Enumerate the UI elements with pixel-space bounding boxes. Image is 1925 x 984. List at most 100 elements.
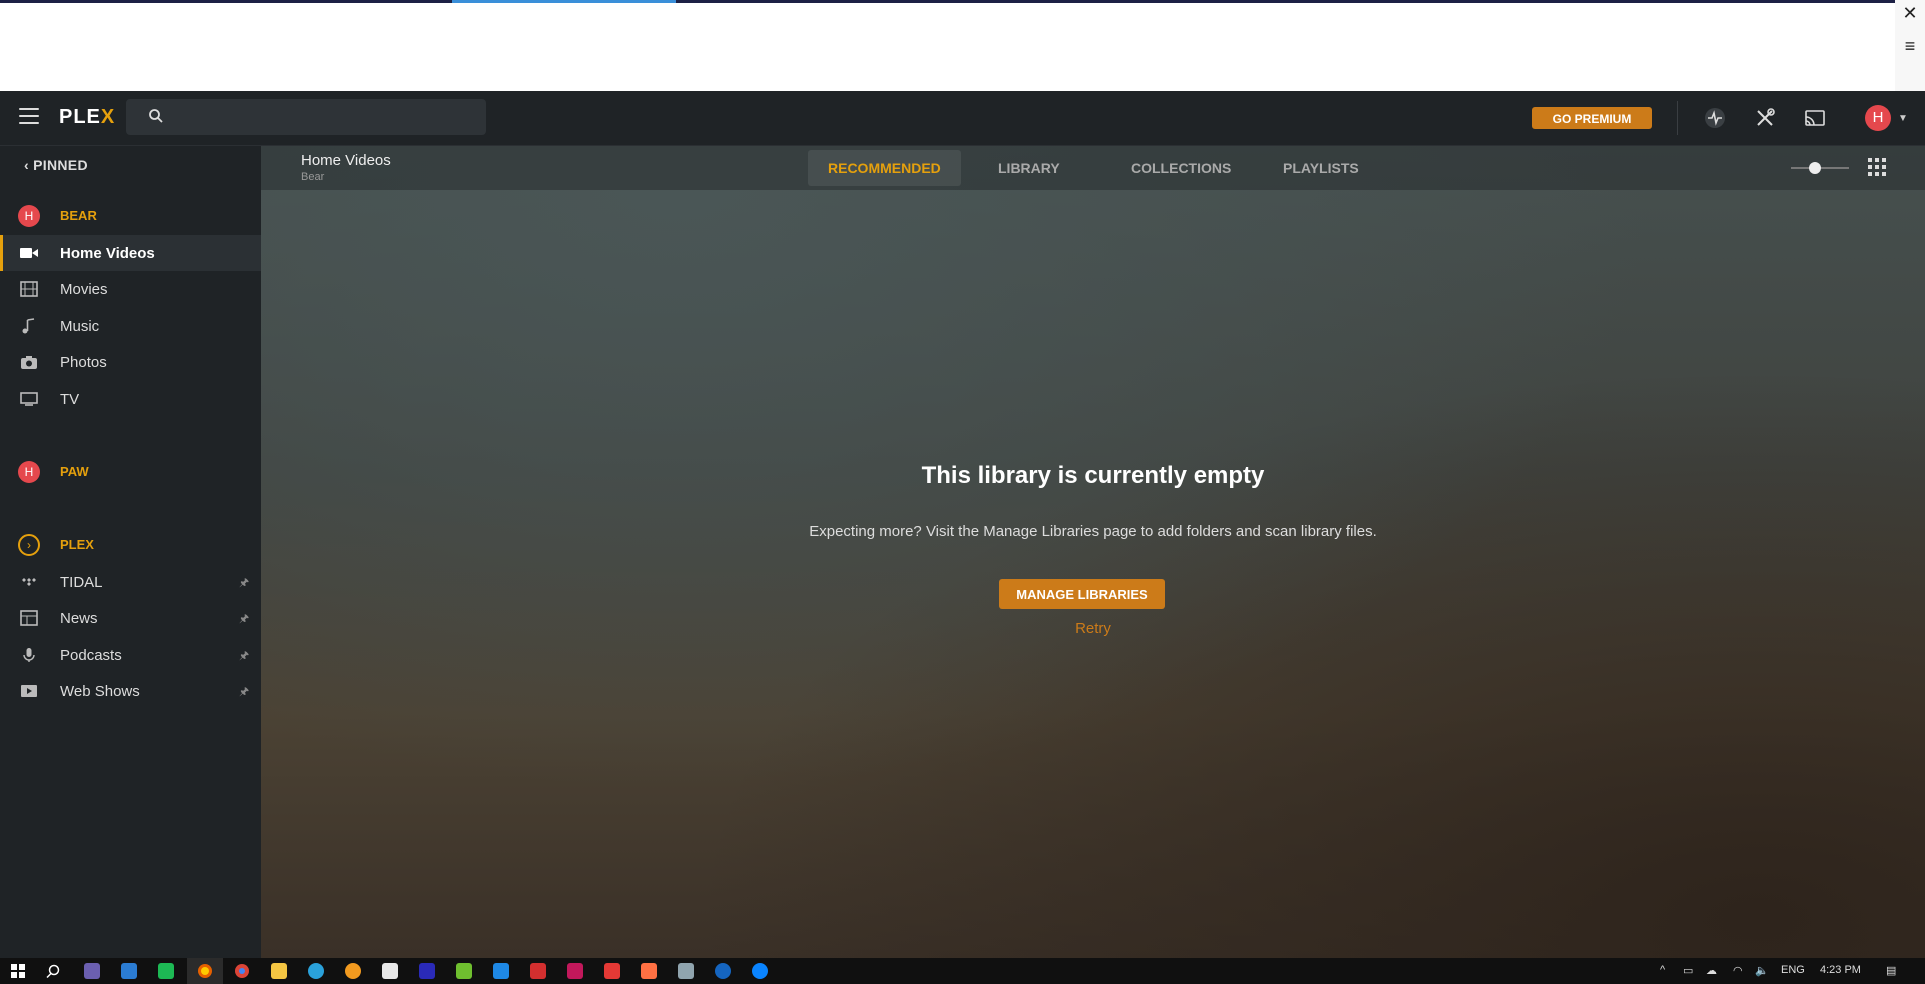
news-icon [20,610,38,626]
tab-recommended[interactable]: RECOMMENDED [808,150,961,186]
app-icon[interactable] [84,963,100,979]
main-content: Home Videos Bear RECOMMENDED LIBRARY COL… [261,146,1925,958]
windows-start-icon[interactable] [10,963,26,979]
camera-icon [21,356,37,369]
app-icon[interactable] [567,963,583,979]
browser-chrome [0,0,1925,91]
tab-playlists[interactable]: PLAYLISTS [1263,150,1379,186]
pin-icon[interactable]: 🖈 [239,610,249,629]
library-server-name: Bear [301,171,325,183]
app-icon[interactable] [456,963,472,979]
video-camera-icon [20,248,38,258]
app-icon[interactable] [641,963,657,979]
sidebar-item-podcasts[interactable]: Podcasts 🖈 [0,637,261,673]
library-title: Home Videos [301,152,391,169]
go-premium-button[interactable]: GO PREMIUM [1532,107,1652,129]
server-name: PAW [60,464,89,479]
slider-handle[interactable] [1809,162,1821,174]
sidebar-item-web-shows[interactable]: Web Shows 🖈 [0,673,261,709]
sidebar-item-home-videos[interactable]: Home Videos [0,235,261,271]
search-icon [149,109,163,123]
close-icon[interactable]: ✕ [1895,0,1925,26]
search-icon[interactable] [45,963,61,979]
server-bear[interactable]: H BEAR [0,200,261,230]
clock[interactable]: 4:23 PM [1820,964,1861,976]
empty-library-message: Expecting more? Visit the Manage Librari… [809,523,1377,540]
sidebar-item-label: Home Videos [60,245,155,262]
notification-icon[interactable]: ▤ [1886,964,1896,977]
sidebar-item-music[interactable]: Music [0,308,261,344]
browser-menu-icon[interactable]: ≡ [1895,36,1925,57]
server-avatar: H [18,205,40,227]
volume-icon[interactable]: 🔈 [1755,964,1769,977]
sidebar-item-label: Photos [60,354,107,371]
firefox-taskbar-item[interactable] [187,958,223,984]
app-icon[interactable] [530,963,546,979]
plex-logo[interactable]: PLEX [59,106,115,129]
chevron-down-icon[interactable]: ▼ [1898,113,1908,124]
app-icon[interactable] [678,963,694,979]
sidebar-item-label: Web Shows [60,683,140,700]
wifi-icon[interactable]: ◠ [1733,964,1743,977]
settings-tools-icon[interactable] [1753,106,1777,130]
server-paw[interactable]: H PAW [0,456,261,486]
grid-view-icon[interactable] [1868,158,1886,176]
sidebar-item-news[interactable]: News 🖈 [0,600,261,636]
sidebar-item-label: TV [60,391,80,408]
manage-libraries-button[interactable]: MANAGE LIBRARIES [999,579,1165,609]
hamburger-menu-icon[interactable] [19,108,39,126]
file-explorer-icon[interactable] [271,963,287,979]
browser-active-tab-indicator[interactable] [452,0,676,3]
cloud-icon[interactable]: ☁ [1706,964,1717,977]
server-plex[interactable]: › PLEX [0,529,261,559]
sidebar-item-label: Movies [60,281,108,298]
app-icon[interactable] [604,963,620,979]
telegram-icon[interactable] [308,963,324,979]
empty-library-title: This library is currently empty [921,462,1265,489]
server-name: BEAR [60,208,97,223]
sidebar-item-photos[interactable]: Photos [0,344,261,380]
retry-link[interactable]: Retry [261,620,1925,637]
app-icon[interactable] [382,963,398,979]
film-icon [20,281,38,297]
app-icon[interactable] [345,963,361,979]
onedrive-icon[interactable] [752,963,768,979]
music-note-icon [22,318,35,334]
sidebar-item-tv[interactable]: TV [0,381,261,417]
spotify-icon[interactable] [158,963,174,979]
app-icon[interactable] [715,963,731,979]
app-icon[interactable] [419,963,435,979]
pin-icon[interactable]: 🖈 [239,683,249,702]
windows-taskbar: ^ ▭ ☁ ◠ 🔈 ENG 4:23 PM ▤ [0,958,1925,984]
chrome-icon[interactable] [234,963,250,979]
chevron-up-icon[interactable]: ^ [1660,964,1665,976]
cast-icon[interactable] [1803,106,1827,130]
pin-icon[interactable]: 🖈 [239,574,249,593]
activity-icon[interactable] [1703,106,1727,130]
firefox-icon [198,964,212,978]
word-icon[interactable] [121,963,137,979]
search-input[interactable] [126,99,486,135]
server-avatar: H [18,461,40,483]
app-icon[interactable] [493,963,509,979]
sidebar-item-label: TIDAL [60,574,103,591]
plex-chevron-icon: › [18,534,40,556]
tab-collections[interactable]: COLLECTIONS [1111,150,1251,186]
library-header: Home Videos Bear RECOMMENDED LIBRARY COL… [261,146,1925,190]
language-indicator[interactable]: ENG [1781,964,1805,976]
pin-icon[interactable]: 🖈 [239,647,249,666]
microphone-icon [23,648,35,662]
top-bar: PLEX GO PREMIUM H ▼ [0,91,1925,146]
sidebar-item-label: Music [60,318,100,335]
toolbar-divider [1677,101,1678,135]
pinned-back-link[interactable]: ‹ PINNED [24,157,88,173]
browser-tab-strip [0,0,1895,3]
sidebar: ‹ PINNED H BEAR Home Videos Movies Music… [0,146,261,958]
sidebar-item-label: Podcasts [60,647,122,664]
user-avatar[interactable]: H [1865,105,1891,131]
sidebar-item-tidal[interactable]: TIDAL 🖈 [0,564,261,600]
tab-library[interactable]: LIBRARY [978,150,1080,186]
battery-icon[interactable]: ▭ [1683,964,1693,977]
tidal-icon [22,578,36,586]
sidebar-item-movies[interactable]: Movies [0,271,261,307]
